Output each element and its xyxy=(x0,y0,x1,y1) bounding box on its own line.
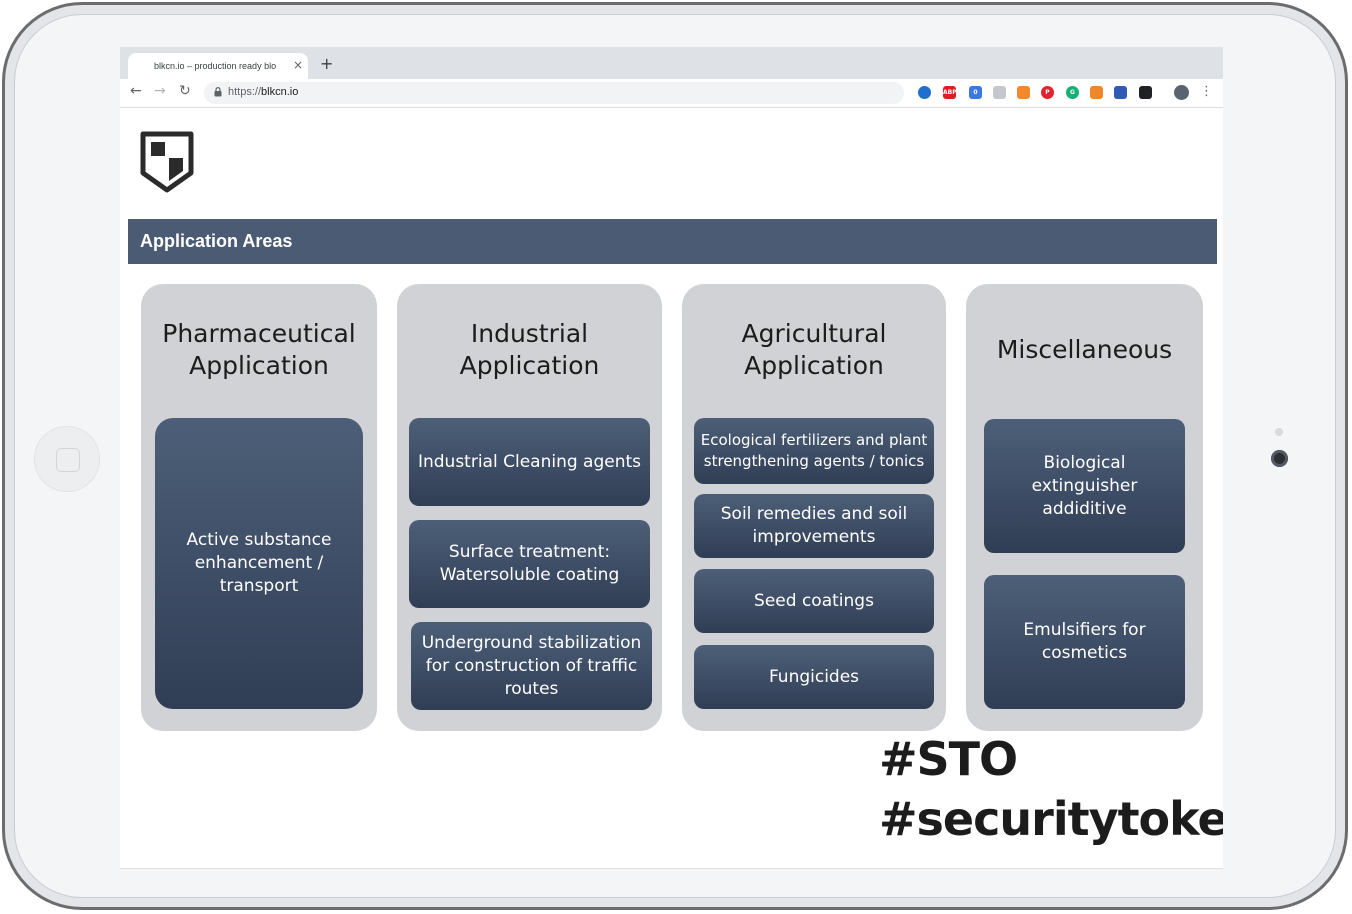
application-item: Industrial Cleaning agents xyxy=(409,418,650,506)
column-title: Industrial Application xyxy=(397,318,662,382)
column-title-line: Application xyxy=(459,351,600,380)
grammarly-extension-icon[interactable]: G xyxy=(1066,86,1079,99)
back-icon[interactable]: ← xyxy=(130,83,142,99)
hashtag-securitytoken: #securitytoken xyxy=(879,792,1223,846)
tablet-home-button[interactable] xyxy=(34,426,100,492)
application-item: Active substance enhancement / transport xyxy=(155,418,363,709)
tab-title: blkcn.io – production ready blo xyxy=(154,61,277,71)
reload-icon[interactable]: ↻ xyxy=(179,83,191,99)
column-title-line: Pharmaceutical xyxy=(162,319,356,348)
ext-9-extension-icon[interactable] xyxy=(1114,86,1127,99)
column-title-line: Application xyxy=(744,351,884,380)
lock-icon xyxy=(214,87,222,100)
application-item: Underground stabilization for constructi… xyxy=(411,622,652,710)
new-tab-button[interactable]: + xyxy=(320,54,333,73)
blkcn-logo xyxy=(140,131,194,193)
application-item: Ecological fertilizers and plant strengt… xyxy=(694,418,934,484)
url-text: https://blkcn.io xyxy=(228,86,298,98)
section-header-bar: Application Areas xyxy=(128,219,1217,264)
application-item: Fungicides xyxy=(694,645,934,709)
ext-5-extension-icon[interactable] xyxy=(1017,86,1030,99)
column-title-line: Industrial xyxy=(470,319,589,348)
browser-window: blkcn.io – production ready blo × + ← → … xyxy=(120,47,1223,869)
url-host: blkcn.io xyxy=(261,86,299,98)
section-title: Application Areas xyxy=(140,231,293,251)
column-title: Pharmaceutical Application xyxy=(141,318,377,382)
application-item: Emulsifiers for cosmetics xyxy=(984,575,1185,709)
column-agricultural: Agricultural Application Ecological fert… xyxy=(682,284,946,731)
address-bar[interactable]: https://blkcn.io ☆ xyxy=(204,82,982,104)
column-title-line: Agricultural xyxy=(741,319,887,348)
hashtag-sto: #STO xyxy=(879,732,1018,786)
column-title-line: Application xyxy=(189,351,329,380)
browser-toolbar: ← → ↻ https://blkcn.io ☆ ABP 0 PG ⋮ xyxy=(120,79,1223,108)
adblock-plus-extension-icon[interactable]: ABP xyxy=(943,86,957,99)
ext-10-extension-icon[interactable] xyxy=(1139,86,1152,99)
column-pharmaceutical: Pharmaceutical Application Active substa… xyxy=(141,284,377,731)
pinterest-extension-icon[interactable]: P xyxy=(1041,86,1054,99)
column-miscellaneous: Miscellaneous Biological extinguisher ad… xyxy=(966,284,1203,731)
close-tab-icon[interactable]: × xyxy=(293,58,303,72)
ext-4-extension-icon[interactable] xyxy=(993,86,1006,99)
url-protocol: https:// xyxy=(228,86,262,98)
application-item: Biological extinguisher addiditive xyxy=(984,419,1185,553)
tablet-sensor xyxy=(1275,428,1283,436)
forward-icon[interactable]: → xyxy=(154,83,166,99)
application-item: Soil remedies and soil improvements xyxy=(694,494,934,558)
column-title-line: Miscellaneous xyxy=(996,335,1173,364)
metamask-extension-icon[interactable] xyxy=(1090,86,1103,99)
column-industrial: Industrial Application Industrial Cleani… xyxy=(397,284,662,731)
application-item: Seed coatings xyxy=(694,569,934,633)
tab-strip: blkcn.io – production ready blo × + xyxy=(120,47,1223,79)
ext-3-extension-icon[interactable]: 0 xyxy=(969,86,982,99)
tablet-camera xyxy=(1271,450,1288,467)
browser-tab[interactable]: blkcn.io – production ready blo × xyxy=(128,53,308,79)
browser-menu-icon[interactable]: ⋮ xyxy=(1200,84,1213,99)
ext-1-extension-icon[interactable] xyxy=(918,86,931,99)
column-title: Miscellaneous xyxy=(966,334,1203,366)
column-title: Agricultural Application xyxy=(682,318,946,382)
profile-avatar[interactable] xyxy=(1174,85,1189,100)
application-item: Surface treatment: Watersoluble coating xyxy=(409,520,650,608)
